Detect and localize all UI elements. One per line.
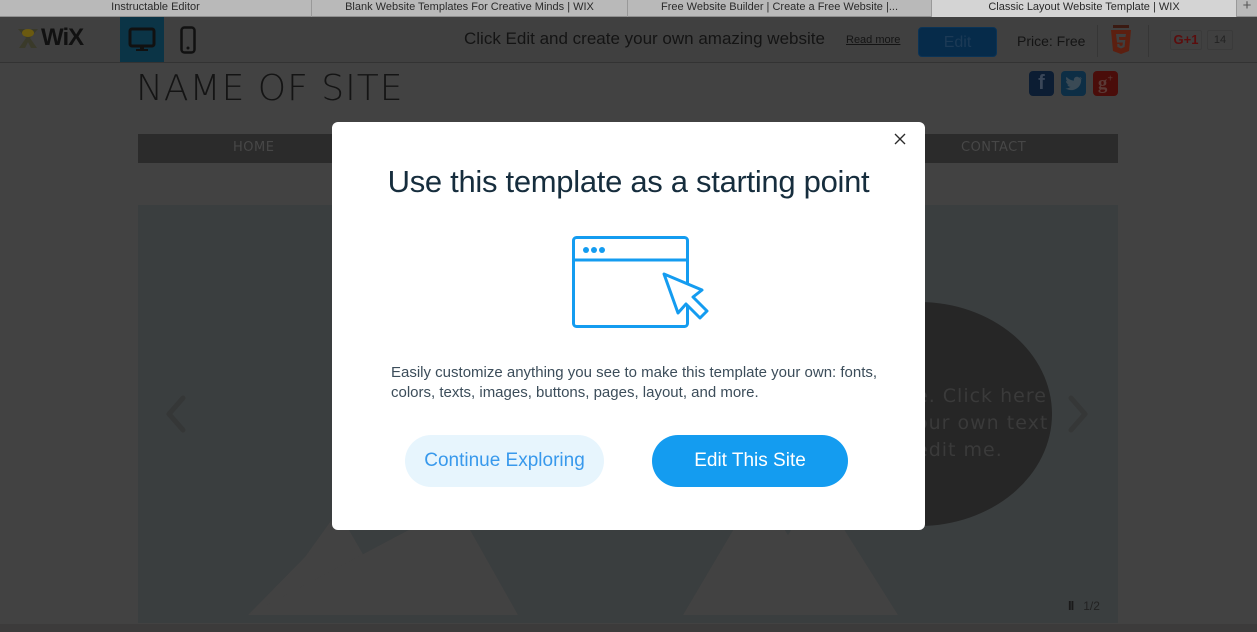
slide-counter: 1/2 [1083, 598, 1100, 613]
desktop-monitor-icon [128, 27, 156, 51]
facebook-link[interactable]: f [1029, 71, 1054, 96]
browser-tab[interactable]: Blank Website Templates For Creative Min… [312, 0, 628, 17]
divider [1148, 25, 1149, 57]
continue-exploring-button[interactable]: Continue Exploring [405, 435, 604, 487]
wix-mascot-icon [18, 29, 38, 48]
google-plus-count: 14 [1207, 30, 1233, 50]
chevron-left-icon [166, 395, 186, 433]
site-title: NAME OF SITE [136, 68, 404, 109]
html5-badge-icon [1111, 25, 1131, 54]
browser-tab-active[interactable]: Classic Layout Website Template | WIX [932, 0, 1237, 17]
mobile-view-button[interactable] [166, 17, 210, 62]
browser-window-cursor-icon [572, 236, 709, 328]
edit-this-site-button[interactable]: Edit This Site [652, 435, 848, 487]
slide-caption-line: our own text [916, 412, 1049, 434]
wix-toolbar: WiX Click Edit and create your own amazi… [0, 17, 1257, 63]
nav-item-contact[interactable]: CONTACT [961, 134, 1026, 163]
new-tab-button[interactable]: + [1237, 0, 1257, 16]
read-more-link[interactable]: Read more [846, 34, 900, 46]
wix-logo-text: WiX [41, 24, 84, 51]
slide-caption-text[interactable]: e. Click here our own text edit me. [916, 383, 1048, 464]
modal-close-button[interactable] [891, 130, 909, 148]
slider-pager: II 1/2 [1068, 598, 1100, 613]
mobile-phone-icon [180, 25, 196, 54]
browser-tab[interactable]: Free Website Builder | Create a Free Web… [628, 0, 932, 17]
wix-logo[interactable]: WiX [16, 24, 84, 51]
google-plus-link[interactable]: g+ [1093, 71, 1118, 96]
slider-next-button[interactable] [1063, 390, 1093, 440]
browser-tab[interactable]: Instructable Editor [0, 0, 312, 17]
browser-cursor-illustration [572, 236, 714, 339]
pause-icon[interactable]: II [1068, 598, 1074, 613]
desktop-view-button[interactable] [120, 17, 164, 62]
chevron-right-icon [1068, 395, 1088, 433]
modal-title: Use this template as a starting point [387, 164, 870, 199]
toolbar-edit-button[interactable]: Edit [918, 27, 997, 57]
twitter-icon [1064, 76, 1082, 91]
modal-description: Easily customize anything you see to mak… [391, 364, 878, 401]
twitter-link[interactable] [1061, 71, 1086, 96]
slide-caption-line: e. Click here [916, 385, 1047, 407]
close-icon [894, 133, 906, 145]
page-footer-strip [0, 624, 1257, 632]
slider-prev-button[interactable] [163, 390, 193, 440]
slide-caption-line: edit me. [916, 439, 1003, 461]
html5-badge [1110, 25, 1132, 60]
divider [1097, 25, 1098, 57]
google-plus-icon: g+ [1097, 72, 1114, 94]
browser-tab-strip: Instructable Editor Blank Website Templa… [0, 0, 1257, 17]
price-label: Price: Free [1017, 33, 1086, 49]
template-start-modal: Use this template as a starting point Ea… [332, 122, 925, 530]
facebook-icon: f [1038, 72, 1045, 94]
nav-item-home[interactable]: HOME [233, 134, 274, 163]
promo-text: Click Edit and create your own amazing w… [464, 29, 825, 48]
google-plus-one-button[interactable]: G+1 [1170, 30, 1202, 50]
